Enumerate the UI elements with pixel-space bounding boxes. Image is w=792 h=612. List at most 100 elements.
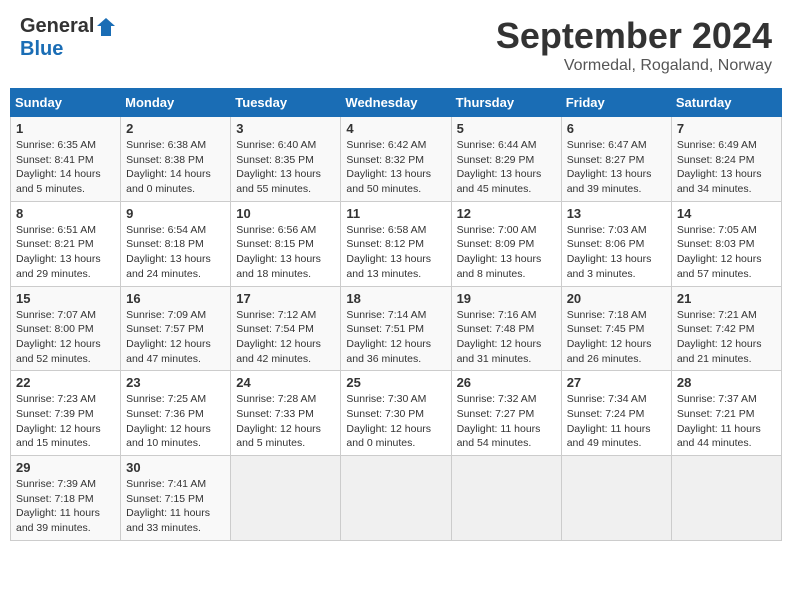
day-number: 17 <box>236 291 335 306</box>
day-info: Sunrise: 6:51 AMSunset: 8:21 PMDaylight:… <box>16 223 115 282</box>
calendar-cell: 3 Sunrise: 6:40 AMSunset: 8:35 PMDaylight… <box>231 117 341 202</box>
calendar-cell: 4Sunrise: 6:42 AMSunset: 8:32 PMDaylight… <box>341 117 451 202</box>
day-info: Sunrise: 6:47 AMSunset: 8:27 PMDaylight:… <box>567 138 666 197</box>
day-number: 7 <box>677 121 776 136</box>
day-number: 4 <box>346 121 445 136</box>
calendar-cell: 2 Sunrise: 6:38 AMSunset: 8:38 PMDaylight… <box>121 117 231 202</box>
day-number: 27 <box>567 375 666 390</box>
day-number: 25 <box>346 375 445 390</box>
day-info: Sunrise: 6:35 AMSunset: 8:41 PMDaylight:… <box>16 138 115 197</box>
calendar-cell: 22 Sunrise: 7:23 AMSunset: 7:39 PMDayligh… <box>11 371 121 456</box>
month-title: September 2024 <box>496 15 772 57</box>
calendar-week-row: 22 Sunrise: 7:23 AMSunset: 7:39 PMDayligh… <box>11 371 782 456</box>
day-number: 13 <box>567 206 666 221</box>
day-number: 21 <box>677 291 776 306</box>
title-area: September 2024 Vormedal, Rogaland, Norwa… <box>496 15 772 75</box>
day-number: 18 <box>346 291 445 306</box>
day-number: 16 <box>126 291 225 306</box>
day-info: Sunrise: 7:03 AMSunset: 8:06 PMDaylight:… <box>567 223 666 282</box>
day-info: Sunrise: 7:30 AMSunset: 7:30 PMDaylight:… <box>346 392 445 451</box>
day-info: Sunrise: 7:21 AMSunset: 7:42 PMDaylight:… <box>677 308 776 367</box>
day-info: Sunrise: 7:41 AMSunset: 7:15 PMDaylight:… <box>126 477 225 536</box>
calendar-cell: 15 Sunrise: 7:07 AMSunset: 8:00 PMDayligh… <box>11 286 121 371</box>
day-info: Sunrise: 7:23 AMSunset: 7:39 PMDaylight:… <box>16 392 115 451</box>
day-info: Sunrise: 6:40 AMSunset: 8:35 PMDaylight:… <box>236 138 335 197</box>
calendar-cell: 28 Sunrise: 7:37 AMSunset: 7:21 PMDayligh… <box>671 371 781 456</box>
calendar-cell: 25 Sunrise: 7:30 AMSunset: 7:30 PMDayligh… <box>341 371 451 456</box>
calendar-cell <box>231 456 341 541</box>
calendar-cell: 8 Sunrise: 6:51 AMSunset: 8:21 PMDaylight… <box>11 201 121 286</box>
day-info: Sunrise: 7:12 AMSunset: 7:54 PMDaylight:… <box>236 308 335 367</box>
day-number: 15 <box>16 291 115 306</box>
logo-icon <box>95 16 117 38</box>
day-number: 11 <box>346 206 445 221</box>
day-info: Sunrise: 6:44 AMSunset: 8:29 PMDaylight:… <box>457 138 556 197</box>
day-info: Sunrise: 7:39 AMSunset: 7:18 PMDaylight:… <box>16 477 115 536</box>
day-number: 22 <box>16 375 115 390</box>
calendar-cell: 21 Sunrise: 7:21 AMSunset: 7:42 PMDayligh… <box>671 286 781 371</box>
col-monday: Monday <box>121 89 231 117</box>
calendar-cell: 23 Sunrise: 7:25 AMSunset: 7:36 PMDayligh… <box>121 371 231 456</box>
calendar-header-row: Sunday Monday Tuesday Wednesday Thursday… <box>11 89 782 117</box>
calendar-cell: 17 Sunrise: 7:12 AMSunset: 7:54 PMDayligh… <box>231 286 341 371</box>
col-friday: Friday <box>561 89 671 117</box>
calendar-week-row: 1 Sunrise: 6:35 AMSunset: 8:41 PMDaylight… <box>11 117 782 202</box>
col-wednesday: Wednesday <box>341 89 451 117</box>
col-thursday: Thursday <box>451 89 561 117</box>
col-sunday: Sunday <box>11 89 121 117</box>
calendar-cell: 10Sunrise: 6:56 AMSunset: 8:15 PMDayligh… <box>231 201 341 286</box>
day-number: 6 <box>567 121 666 136</box>
day-number: 9 <box>126 206 225 221</box>
day-number: 23 <box>126 375 225 390</box>
day-info: Sunrise: 6:49 AMSunset: 8:24 PMDaylight:… <box>677 138 776 197</box>
calendar-cell: 19 Sunrise: 7:16 AMSunset: 7:48 PMDayligh… <box>451 286 561 371</box>
day-info: Sunrise: 6:38 AMSunset: 8:38 PMDaylight:… <box>126 138 225 197</box>
calendar-cell: 18Sunrise: 7:14 AMSunset: 7:51 PMDayligh… <box>341 286 451 371</box>
day-info: Sunrise: 7:37 AMSunset: 7:21 PMDaylight:… <box>677 392 776 451</box>
day-number: 26 <box>457 375 556 390</box>
day-number: 29 <box>16 460 115 475</box>
calendar-cell: 9 Sunrise: 6:54 AMSunset: 8:18 PMDaylight… <box>121 201 231 286</box>
calendar-cell: 7 Sunrise: 6:49 AMSunset: 8:24 PMDaylight… <box>671 117 781 202</box>
calendar-cell <box>341 456 451 541</box>
calendar-cell: 14 Sunrise: 7:05 AMSunset: 8:03 PMDayligh… <box>671 201 781 286</box>
day-info: Sunrise: 7:07 AMSunset: 8:00 PMDaylight:… <box>16 308 115 367</box>
day-number: 3 <box>236 121 335 136</box>
calendar-cell: 1 Sunrise: 6:35 AMSunset: 8:41 PMDaylight… <box>11 117 121 202</box>
day-info: Sunrise: 6:56 AMSunset: 8:15 PMDaylight:… <box>236 223 335 282</box>
location-title: Vormedal, Rogaland, Norway <box>496 57 772 75</box>
calendar-table: Sunday Monday Tuesday Wednesday Thursday… <box>10 88 782 541</box>
calendar-week-row: 29 Sunrise: 7:39 AMSunset: 7:18 PMDayligh… <box>11 456 782 541</box>
calendar-cell: 13 Sunrise: 7:03 AMSunset: 8:06 PMDayligh… <box>561 201 671 286</box>
day-number: 12 <box>457 206 556 221</box>
calendar-cell: 30Sunrise: 7:41 AMSunset: 7:15 PMDayligh… <box>121 456 231 541</box>
day-number: 8 <box>16 206 115 221</box>
day-number: 14 <box>677 206 776 221</box>
day-number: 20 <box>567 291 666 306</box>
day-info: Sunrise: 7:34 AMSunset: 7:24 PMDaylight:… <box>567 392 666 451</box>
calendar-cell <box>451 456 561 541</box>
calendar-cell <box>671 456 781 541</box>
day-number: 19 <box>457 291 556 306</box>
day-number: 1 <box>16 121 115 136</box>
calendar-week-row: 15 Sunrise: 7:07 AMSunset: 8:00 PMDayligh… <box>11 286 782 371</box>
day-info: Sunrise: 7:25 AMSunset: 7:36 PMDaylight:… <box>126 392 225 451</box>
calendar-cell: 29 Sunrise: 7:39 AMSunset: 7:18 PMDayligh… <box>11 456 121 541</box>
calendar-cell: 26Sunrise: 7:32 AMSunset: 7:27 PMDayligh… <box>451 371 561 456</box>
day-info: Sunrise: 7:18 AMSunset: 7:45 PMDaylight:… <box>567 308 666 367</box>
day-info: Sunrise: 7:05 AMSunset: 8:03 PMDaylight:… <box>677 223 776 282</box>
day-number: 2 <box>126 121 225 136</box>
day-info: Sunrise: 6:54 AMSunset: 8:18 PMDaylight:… <box>126 223 225 282</box>
calendar-cell: 16Sunrise: 7:09 AMSunset: 7:57 PMDayligh… <box>121 286 231 371</box>
calendar-cell: 24Sunrise: 7:28 AMSunset: 7:33 PMDayligh… <box>231 371 341 456</box>
page-header: General Blue September 2024 Vormedal, Ro… <box>10 10 782 80</box>
day-info: Sunrise: 7:16 AMSunset: 7:48 PMDaylight:… <box>457 308 556 367</box>
day-number: 24 <box>236 375 335 390</box>
calendar-cell: 5 Sunrise: 6:44 AMSunset: 8:29 PMDaylight… <box>451 117 561 202</box>
day-number: 28 <box>677 375 776 390</box>
calendar-cell: 6 Sunrise: 6:47 AMSunset: 8:27 PMDaylight… <box>561 117 671 202</box>
calendar-cell: 20 Sunrise: 7:18 AMSunset: 7:45 PMDayligh… <box>561 286 671 371</box>
day-number: 5 <box>457 121 556 136</box>
calendar-cell <box>561 456 671 541</box>
col-saturday: Saturday <box>671 89 781 117</box>
